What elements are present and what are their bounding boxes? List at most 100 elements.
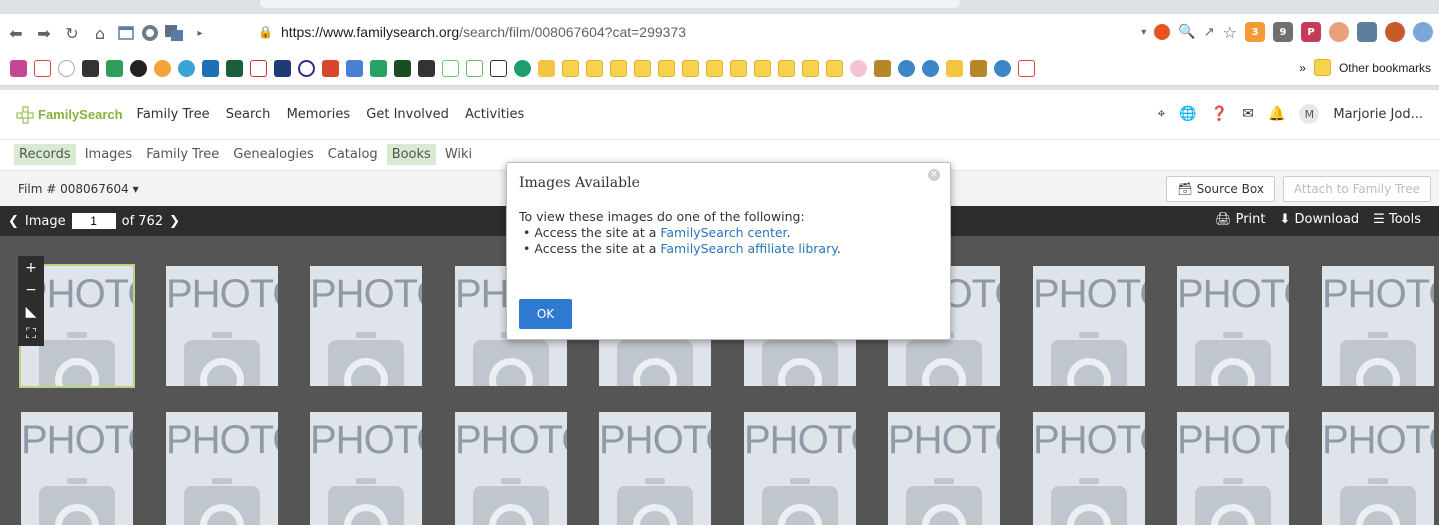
bookmark-globe-icon[interactable] (994, 60, 1011, 77)
familysearch-logo[interactable]: FamilySearch (16, 106, 123, 124)
folder-icon[interactable] (658, 60, 675, 77)
folder-icon[interactable] (706, 60, 723, 77)
bookmark-temple-icon[interactable] (418, 60, 435, 77)
prev-image-icon[interactable]: ❮ (8, 214, 19, 229)
image-thumbnail[interactable]: PHOTO (455, 412, 567, 525)
bookmark-dark-icon[interactable] (130, 60, 147, 77)
folder-icon[interactable] (562, 60, 579, 77)
tab-books[interactable]: Books (386, 143, 436, 165)
nav-get-involved[interactable]: Get Involved (366, 107, 449, 122)
nav-search[interactable]: Search (226, 107, 271, 122)
active-tab[interactable] (260, 0, 960, 8)
ext-orange-icon[interactable]: 3 (1245, 22, 1265, 42)
bookmark-blue-icon[interactable] (178, 60, 195, 77)
nav-memories[interactable]: Memories (287, 107, 351, 122)
film-number-dropdown[interactable]: Film # 008067604 ▾ (18, 182, 139, 196)
extension-icon[interactable] (140, 23, 160, 43)
translate-icon[interactable] (164, 23, 184, 43)
bookmark-drive-icon[interactable] (106, 60, 123, 77)
globe-icon[interactable]: 🌐 (1179, 106, 1196, 122)
image-thumbnail[interactable]: PHOTO (21, 412, 133, 525)
bookmark-gmail-icon[interactable] (34, 60, 51, 77)
ext-ball-icon[interactable] (1385, 22, 1405, 42)
bookmark-a-icon[interactable] (250, 60, 267, 77)
tab-images[interactable]: Images (80, 144, 138, 165)
download-button[interactable]: ⬇ Download (1280, 212, 1360, 227)
close-icon[interactable]: ✕ (928, 169, 940, 181)
zoom-in-icon[interactable]: + (25, 260, 37, 276)
bell-icon[interactable]: 🔔 (1268, 106, 1285, 122)
bookmark-8-icon[interactable] (442, 60, 459, 77)
window-icon[interactable] (116, 23, 136, 43)
nav-family-tree[interactable]: Family Tree (137, 107, 210, 122)
folder-icon[interactable] (634, 60, 651, 77)
tab-records[interactable]: Records (14, 143, 76, 165)
bookmark-k-icon[interactable] (274, 60, 291, 77)
ok-button[interactable]: OK (519, 299, 572, 329)
puzzle-icon[interactable] (1357, 22, 1377, 42)
bookmark-church-icon[interactable] (970, 60, 987, 77)
image-thumbnail[interactable]: PHOTO (310, 266, 422, 386)
image-thumbnail[interactable]: PHOTO (1322, 266, 1434, 386)
image-thumbnail[interactable]: PHOTO (744, 412, 856, 525)
bookmark-sheet-icon[interactable] (370, 60, 387, 77)
ext-gray-icon[interactable]: 9 (1273, 22, 1293, 42)
tab-genealogies[interactable]: Genealogies (228, 144, 318, 165)
fullscreen-icon[interactable]: ⛶ (26, 326, 36, 342)
tab-wiki[interactable]: Wiki (440, 144, 477, 165)
folder-icon[interactable] (682, 60, 699, 77)
zoom-out-icon[interactable]: − (25, 282, 37, 298)
share-icon[interactable]: ↗ (1204, 25, 1215, 40)
bookmark-mail-icon[interactable] (10, 60, 27, 77)
bookmark-arrows-icon[interactable] (466, 60, 483, 77)
messages-icon[interactable]: ✉ (1242, 106, 1254, 122)
ext-face-icon[interactable] (1329, 22, 1349, 42)
source-box-button[interactable]: 🗃 Source Box (1166, 176, 1275, 202)
image-thumbnail[interactable]: PHOTO (888, 412, 1000, 525)
star-icon[interactable]: ☆ (1223, 23, 1237, 42)
forward-arrow-icon[interactable]: ➡ (32, 21, 56, 45)
tools-button[interactable]: ☰ Tools (1373, 212, 1421, 227)
zoom-icon[interactable]: 🔍 (1178, 24, 1195, 40)
image-thumbnail[interactable]: PHOTO (1033, 412, 1145, 525)
url-text[interactable]: https://www.familysearch.org/search/film… (281, 24, 686, 40)
image-thumbnail[interactable]: PHOTO (166, 266, 278, 386)
bookmark-wm-icon[interactable] (394, 60, 411, 77)
folder-icon[interactable] (586, 60, 603, 77)
address-bar[interactable]: 🔒 https://www.familysearch.org/search/fi… (250, 18, 1040, 46)
nav-activities[interactable]: Activities (465, 107, 524, 122)
image-thumbnail[interactable]: PHOTO (1033, 266, 1145, 386)
image-number-input[interactable] (71, 213, 116, 229)
folder-icon[interactable] (802, 60, 819, 77)
chevron-right-icon[interactable]: ▸ (188, 21, 212, 45)
bookmark-oval-icon[interactable] (298, 60, 315, 77)
ext-red-icon[interactable]: P (1301, 22, 1321, 42)
print-button[interactable]: 🖨 Print (1215, 212, 1266, 227)
bookmark-red-icon[interactable] (322, 60, 339, 77)
affiliate-library-link[interactable]: FamilySearch affiliate library (660, 241, 837, 256)
bookmark-x-icon[interactable] (490, 60, 507, 77)
bookmark-m-icon[interactable] (226, 60, 243, 77)
tab-family-tree[interactable]: Family Tree (141, 144, 224, 165)
dropdown-icon[interactable]: ▾ (1141, 27, 1146, 38)
image-thumbnail[interactable]: PHOTO (310, 412, 422, 525)
folder-icon[interactable] (754, 60, 771, 77)
familysearch-center-link[interactable]: FamilySearch center (660, 225, 786, 240)
more-bookmarks-button[interactable]: » (1299, 61, 1306, 75)
help-icon[interactable]: ❓ (1211, 106, 1228, 122)
ext-blue-icon[interactable] (1413, 22, 1433, 42)
bookmark-doc-icon[interactable] (346, 60, 363, 77)
folder-icon[interactable] (826, 60, 843, 77)
image-thumbnail[interactable]: PHOTO (166, 412, 278, 525)
bookmark-green-circle-icon[interactable] (514, 60, 531, 77)
bookmark-pink-icon[interactable] (850, 60, 867, 77)
rotate-icon[interactable]: ◣ (26, 304, 37, 320)
folder-icon[interactable] (730, 60, 747, 77)
bookmark-amazon-icon[interactable] (538, 60, 555, 77)
image-thumbnail[interactable]: PHOTO (599, 412, 711, 525)
avatar[interactable]: M (1299, 104, 1320, 124)
folder-icon[interactable] (778, 60, 795, 77)
bookmark-globe-icon[interactable] (898, 60, 915, 77)
back-arrow-icon[interactable]: ⬅ (4, 21, 28, 45)
bookmark-gmail-icon[interactable] (1018, 60, 1035, 77)
